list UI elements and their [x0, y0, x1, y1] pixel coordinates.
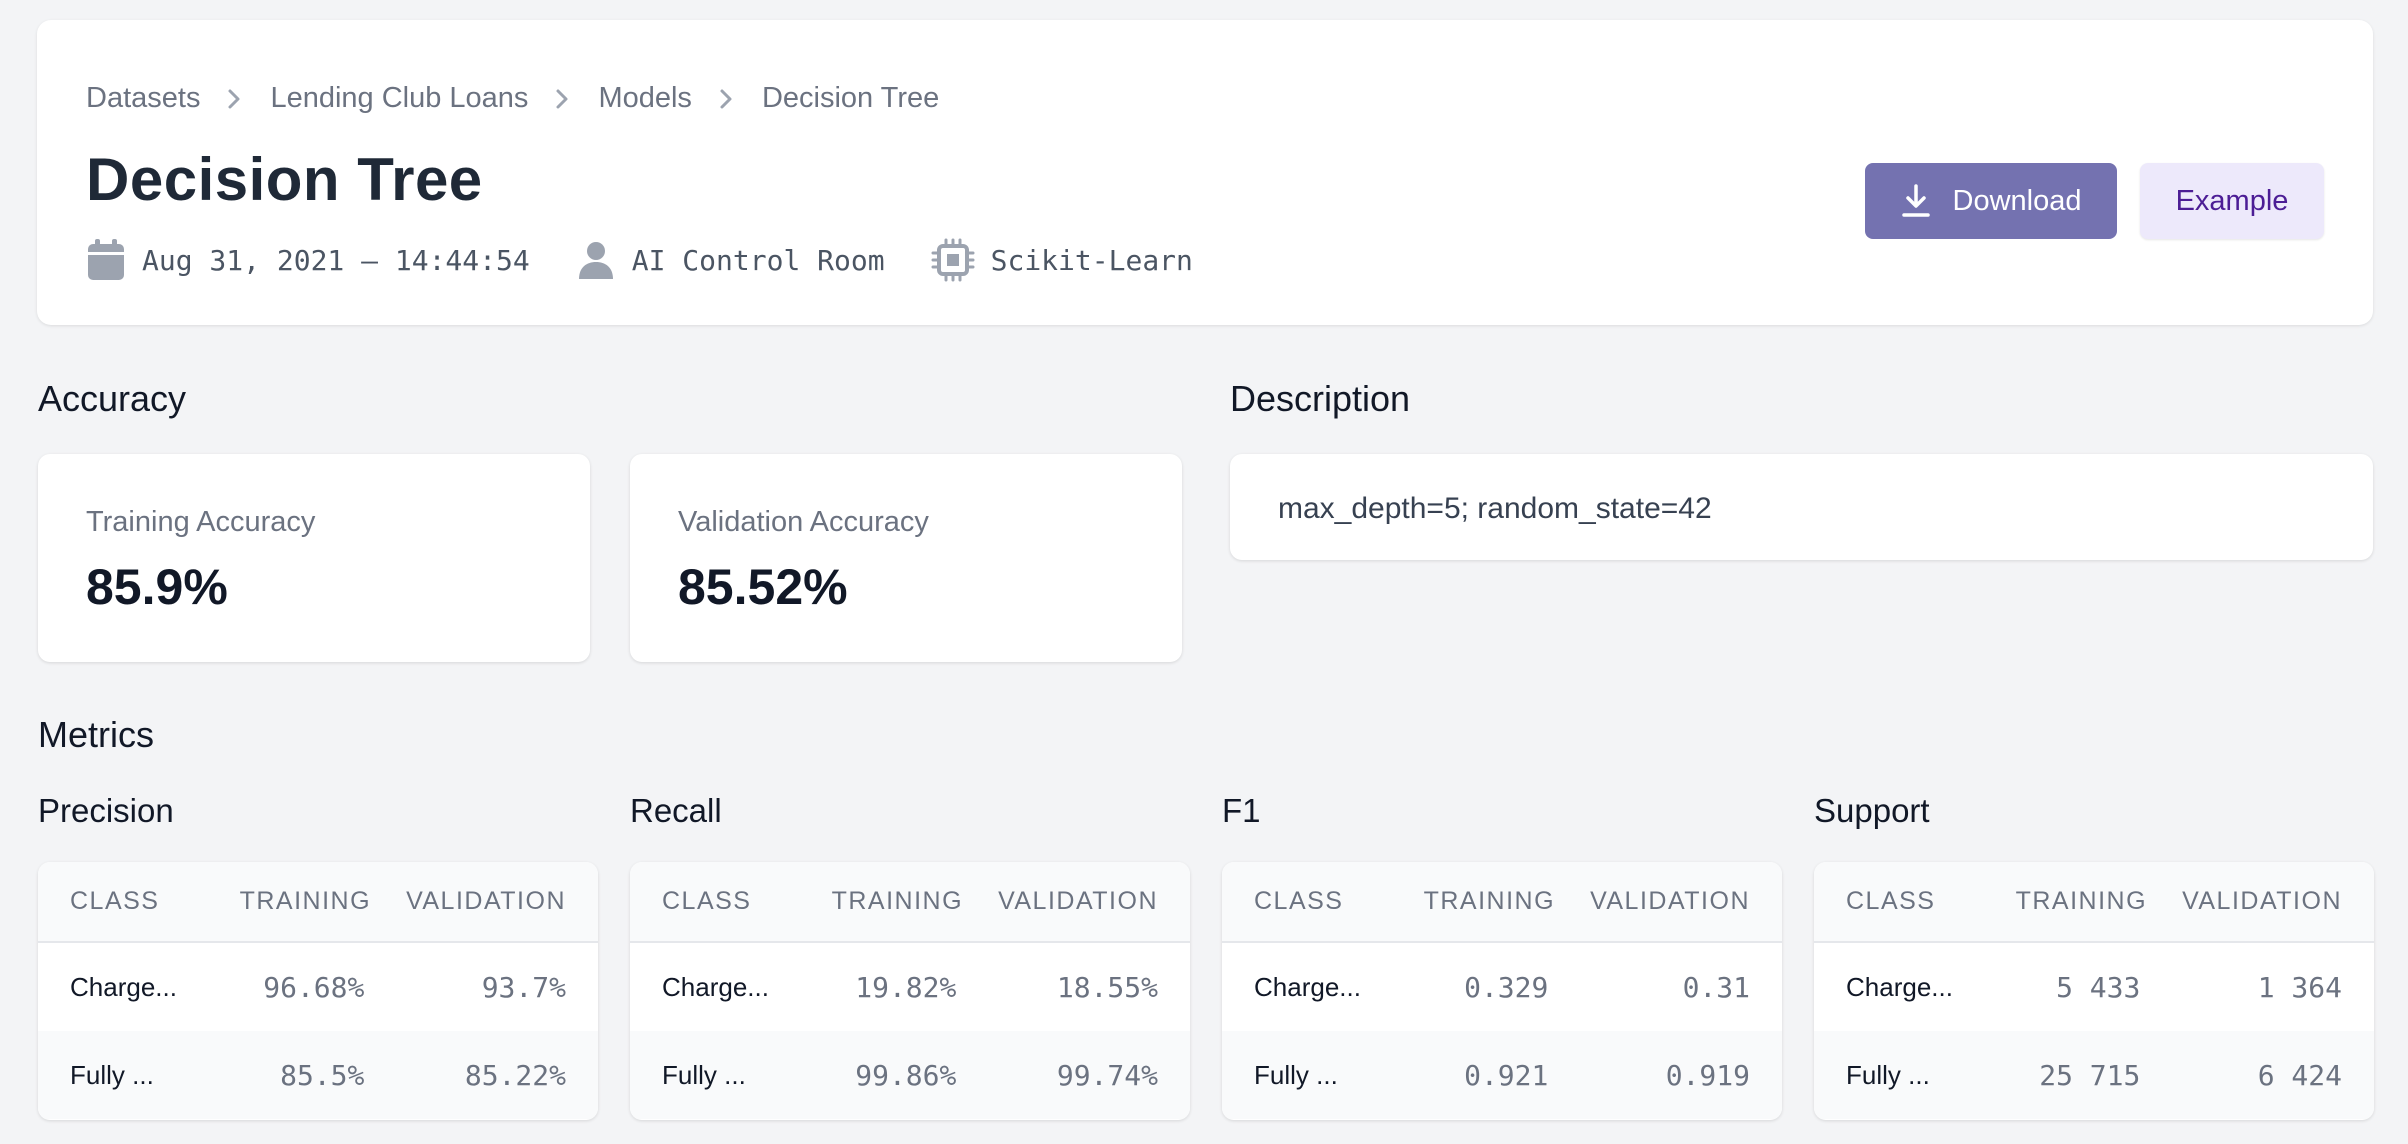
user-icon: [578, 242, 613, 279]
description-text: max_depth=5; random_state=42: [1278, 492, 1712, 525]
meta-date: Aug 31, 2021 — 14:44:54: [86, 238, 530, 282]
breadcrumb: Datasets Lending Club Loans Models Decis…: [86, 82, 939, 115]
breadcrumb-datasets[interactable]: Datasets: [86, 82, 200, 115]
class-cell: Charge...: [1254, 971, 1361, 1002]
table-row: Fully ... 99.86% 99.74%: [630, 1031, 1190, 1119]
breadcrumb-lending-club-loans[interactable]: Lending Club Loans: [270, 82, 528, 115]
chevron-right-icon: [528, 84, 598, 114]
breadcrumb-models[interactable]: Models: [598, 82, 692, 115]
support-table-card: CLASS TRAINING VALIDATION Charge... 5 43…: [1814, 862, 2374, 1120]
chevron-right-icon: [692, 84, 762, 114]
training-cell: 5 433: [2056, 970, 2141, 1004]
training-accuracy-card: Training Accuracy 85.9%: [38, 454, 590, 662]
class-cell: Charge...: [1846, 971, 1953, 1002]
accuracy-heading: Accuracy: [38, 378, 187, 419]
download-button[interactable]: Download: [1865, 163, 2117, 239]
meta-date-text: Aug 31, 2021 — 14:44:54: [142, 243, 530, 277]
column-header-validation[interactable]: VALIDATION: [396, 862, 598, 943]
recall-table: CLASS TRAINING VALIDATION Charge... 19.8…: [630, 862, 1190, 1119]
validation-accuracy-value: 85.52%: [678, 559, 848, 615]
precision-table-card: CLASS TRAINING VALIDATION Charge... 96.6…: [38, 862, 598, 1120]
validation-cell: 0.31: [1682, 970, 1750, 1004]
meta-framework-text: Scikit-Learn: [990, 243, 1193, 277]
support-heading: Support: [1814, 792, 1930, 829]
f1-table: CLASS TRAINING VALIDATION Charge... 0.32…: [1222, 862, 1782, 1119]
training-cell: 19.82%: [855, 970, 957, 1004]
column-header-training[interactable]: TRAINING: [239, 862, 397, 943]
table-row: Charge... 5 433 1 364: [1814, 942, 2374, 1031]
column-header-class[interactable]: CLASS: [630, 862, 832, 943]
meta-owner-text: AI Control Room: [631, 243, 885, 277]
precision-heading: Precision: [38, 792, 174, 829]
chevron-right-icon: [200, 84, 270, 114]
recall-heading: Recall: [630, 792, 722, 829]
class-cell: Charge...: [70, 971, 177, 1002]
validation-accuracy-card: Validation Accuracy 85.52%: [630, 454, 1182, 662]
validation-cell: 6 424: [2172, 1031, 2374, 1119]
class-cell: Fully ...: [1222, 1031, 1424, 1119]
description-heading: Description: [1230, 378, 1411, 419]
calendar-icon: [88, 239, 124, 280]
column-header-validation[interactable]: VALIDATION: [988, 862, 1190, 943]
column-header-training[interactable]: TRAINING: [1423, 862, 1581, 943]
table-header-row: CLASS TRAINING VALIDATION: [1814, 862, 2374, 943]
table-header-row: CLASS TRAINING VALIDATION: [630, 862, 1190, 943]
recall-table-card: CLASS TRAINING VALIDATION Charge... 19.8…: [630, 862, 1190, 1120]
column-header-training[interactable]: TRAINING: [2015, 862, 2173, 943]
model-header-card: Datasets Lending Club Loans Models Decis…: [37, 20, 2373, 325]
class-cell: Fully ...: [38, 1031, 240, 1119]
validation-cell: 85.22%: [396, 1031, 598, 1119]
metrics-heading: Metrics: [38, 714, 154, 755]
table-row: Charge... 96.68% 93.7%: [38, 942, 598, 1031]
breadcrumb-decision-tree[interactable]: Decision Tree: [762, 82, 939, 115]
training-accuracy-label: Training Accuracy: [86, 506, 316, 538]
column-header-class[interactable]: CLASS: [38, 862, 240, 943]
training-cell: 99.86%: [831, 1031, 989, 1119]
validation-cell: 0.919: [1580, 1031, 1782, 1119]
meta-owner: AI Control Room: [576, 240, 885, 280]
table-row: Charge... 19.82% 18.55%: [630, 942, 1190, 1031]
column-header-class[interactable]: CLASS: [1814, 862, 2016, 943]
cpu-chip-icon: [931, 238, 975, 282]
page-title: Decision Tree: [86, 146, 483, 213]
class-cell: Charge...: [662, 971, 769, 1002]
f1-table-card: CLASS TRAINING VALIDATION Charge... 0.32…: [1222, 862, 1782, 1120]
table-row: Fully ... 85.5% 85.22%: [38, 1031, 598, 1119]
column-header-validation[interactable]: VALIDATION: [2172, 862, 2374, 943]
model-meta: Aug 31, 2021 — 14:44:54 AI Control Room …: [86, 238, 1239, 282]
download-icon: [1901, 184, 1930, 217]
training-accuracy-value: 85.9%: [86, 559, 228, 615]
table-header-row: CLASS TRAINING VALIDATION: [1222, 862, 1782, 943]
precision-table: CLASS TRAINING VALIDATION Charge... 96.6…: [38, 862, 598, 1119]
table-header-row: CLASS TRAINING VALIDATION: [38, 862, 598, 943]
validation-cell: 18.55%: [1056, 970, 1158, 1004]
f1-heading: F1: [1222, 792, 1261, 829]
table-row: Fully ... 0.921 0.919: [1222, 1031, 1782, 1119]
training-cell: 96.68%: [263, 970, 365, 1004]
download-button-label: Download: [1952, 184, 2082, 217]
validation-cell: 1 364: [2257, 970, 2342, 1004]
validation-cell: 99.74%: [988, 1031, 1190, 1119]
training-cell: 0.921: [1423, 1031, 1581, 1119]
table-row: Charge... 0.329 0.31: [1222, 942, 1782, 1031]
class-cell: Fully ...: [1814, 1031, 2016, 1119]
validation-cell: 93.7%: [481, 970, 566, 1004]
example-button[interactable]: Example: [2140, 163, 2324, 239]
column-header-validation[interactable]: VALIDATION: [1580, 862, 1782, 943]
meta-framework: Scikit-Learn: [931, 238, 1193, 282]
validation-accuracy-label: Validation Accuracy: [678, 506, 929, 538]
support-table: CLASS TRAINING VALIDATION Charge... 5 43…: [1814, 862, 2374, 1119]
training-cell: 25 715: [2015, 1031, 2173, 1119]
table-row: Fully ... 25 715 6 424: [1814, 1031, 2374, 1119]
class-cell: Fully ...: [630, 1031, 832, 1119]
description-card: max_depth=5; random_state=42: [1230, 454, 2373, 560]
example-button-label: Example: [2175, 184, 2289, 217]
training-cell: 85.5%: [239, 1031, 397, 1119]
column-header-class[interactable]: CLASS: [1222, 862, 1424, 943]
training-cell: 0.329: [1464, 970, 1549, 1004]
column-header-training[interactable]: TRAINING: [831, 862, 989, 943]
